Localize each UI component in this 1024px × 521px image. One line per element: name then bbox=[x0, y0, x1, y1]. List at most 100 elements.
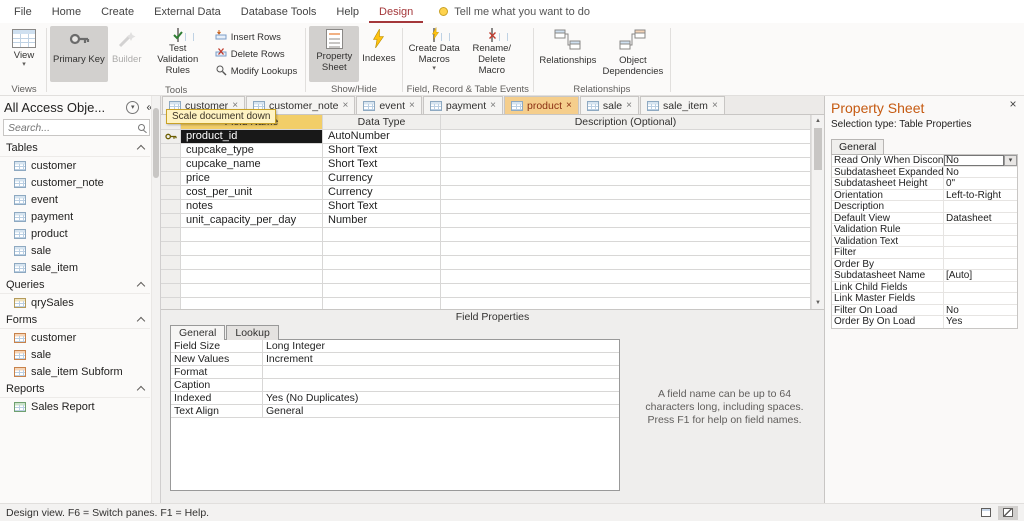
tab-lookup[interactable]: Lookup bbox=[226, 325, 279, 340]
description-cell[interactable] bbox=[441, 228, 811, 242]
ps-value[interactable]: Datasheet bbox=[944, 213, 1017, 223]
nav-item-form-sale[interactable]: sale bbox=[0, 346, 150, 363]
empty-field-row[interactable] bbox=[161, 270, 811, 284]
data-type-cell[interactable] bbox=[323, 298, 441, 309]
data-type-cell[interactable]: Short Text bbox=[323, 158, 441, 172]
create-data-macros-button[interactable]: Create Data Macros bbox=[406, 26, 463, 82]
data-type-cell[interactable]: Currency bbox=[323, 186, 441, 200]
field-row-cost-per-unit[interactable]: cost_per_unit Currency bbox=[161, 186, 811, 200]
modify-lookups-button[interactable]: Modify Lookups bbox=[212, 64, 301, 79]
nav-item-table-customer[interactable]: customer bbox=[0, 157, 150, 174]
ps-value[interactable] bbox=[944, 293, 1017, 304]
description-cell[interactable] bbox=[441, 270, 811, 284]
ps-row-orientation[interactable]: Orientation Left-to-Right bbox=[832, 189, 1017, 201]
doc-tab-product[interactable]: product bbox=[504, 96, 579, 114]
nav-item-table-payment[interactable]: payment bbox=[0, 208, 150, 225]
property-row-text-align[interactable]: Text Align General bbox=[171, 405, 619, 418]
row-selector[interactable] bbox=[161, 298, 181, 309]
menu-external-data[interactable]: External Data bbox=[144, 0, 231, 23]
empty-field-row[interactable] bbox=[161, 284, 811, 298]
property-row-indexed[interactable]: Indexed Yes (No Duplicates) bbox=[171, 392, 619, 405]
ps-value[interactable] bbox=[944, 236, 1017, 247]
property-row-caption[interactable]: Caption bbox=[171, 379, 619, 392]
description-cell[interactable] bbox=[441, 298, 811, 309]
nav-scrollbar-thumb[interactable] bbox=[153, 108, 159, 178]
tell-me-box[interactable]: Tell me what you want to do bbox=[439, 6, 590, 18]
empty-field-row[interactable] bbox=[161, 256, 811, 270]
doc-tab-event[interactable]: event bbox=[356, 96, 422, 114]
field-name-cell[interactable]: unit_capacity_per_day bbox=[181, 214, 323, 228]
row-selector[interactable] bbox=[161, 256, 181, 270]
row-selector-primary-key[interactable] bbox=[161, 130, 181, 144]
ps-row-description[interactable]: Description bbox=[832, 201, 1017, 213]
row-selector[interactable] bbox=[161, 214, 181, 228]
property-value[interactable] bbox=[263, 379, 619, 392]
data-type-cell[interactable]: AutoNumber bbox=[323, 130, 441, 144]
description-cell[interactable] bbox=[441, 214, 811, 228]
insert-rows-button[interactable]: Insert Rows bbox=[212, 30, 301, 45]
row-selector[interactable] bbox=[161, 228, 181, 242]
description-cell[interactable] bbox=[441, 172, 811, 186]
ps-row-subdatasheet-height[interactable]: Subdatasheet Height 0" bbox=[832, 178, 1017, 190]
close-icon[interactable] bbox=[1005, 97, 1021, 111]
description-cell[interactable] bbox=[441, 256, 811, 270]
field-row-unit-capacity-per-day[interactable]: unit_capacity_per_day Number bbox=[161, 214, 811, 228]
tab-general[interactable]: General bbox=[170, 325, 226, 340]
menu-design[interactable]: Design bbox=[369, 0, 423, 23]
ps-value[interactable] bbox=[944, 247, 1017, 258]
design-view-button[interactable] bbox=[998, 505, 1018, 520]
relationships-button[interactable]: Relationships bbox=[537, 26, 599, 82]
ps-row-link-child-fields[interactable]: Link Child Fields bbox=[832, 281, 1017, 293]
field-row-notes[interactable]: notes Short Text bbox=[161, 200, 811, 214]
ps-value[interactable]: 0" bbox=[944, 178, 1017, 188]
property-row-field-size[interactable]: Field Size Long Integer bbox=[171, 340, 619, 353]
data-type-cell[interactable]: Short Text bbox=[323, 200, 441, 214]
ps-value[interactable] bbox=[944, 282, 1017, 293]
description-cell[interactable] bbox=[441, 158, 811, 172]
data-type-cell[interactable]: Currency bbox=[323, 172, 441, 186]
nav-item-query-qrysales[interactable]: qrySales bbox=[0, 294, 150, 311]
field-name-cell[interactable] bbox=[181, 228, 323, 242]
builder-button[interactable]: Builder bbox=[108, 26, 146, 82]
data-type-cell[interactable] bbox=[323, 242, 441, 256]
nav-search-box[interactable] bbox=[3, 119, 150, 136]
ps-value[interactable] bbox=[944, 201, 1017, 212]
data-type-cell[interactable]: Short Text bbox=[323, 144, 441, 158]
nav-item-table-sale-item[interactable]: sale_item bbox=[0, 259, 150, 276]
property-value[interactable]: General bbox=[263, 405, 619, 418]
description-header[interactable]: Description (Optional) bbox=[441, 115, 811, 130]
menu-help[interactable]: Help bbox=[326, 0, 369, 23]
dropdown-arrow-icon[interactable] bbox=[1004, 155, 1017, 166]
close-tab-icon[interactable] bbox=[409, 101, 415, 111]
field-name-cell[interactable]: price bbox=[181, 172, 323, 186]
rename-delete-macro-button[interactable]: Rename/ Delete Macro bbox=[463, 26, 521, 82]
grid-vertical-scrollbar[interactable] bbox=[811, 115, 824, 309]
field-row-cupcake-name[interactable]: cupcake_name Short Text bbox=[161, 158, 811, 172]
field-name-cell[interactable] bbox=[181, 298, 323, 309]
description-cell[interactable] bbox=[441, 186, 811, 200]
property-value[interactable]: Yes (No Duplicates) bbox=[263, 392, 619, 405]
data-type-cell[interactable] bbox=[323, 284, 441, 298]
row-selector[interactable] bbox=[161, 242, 181, 256]
ps-row-validation-text[interactable]: Validation Text bbox=[832, 235, 1017, 247]
nav-item-table-customer-note[interactable]: customer_note bbox=[0, 174, 150, 191]
scroll-up-arrow-icon[interactable] bbox=[812, 115, 824, 127]
field-row-price[interactable]: price Currency bbox=[161, 172, 811, 186]
field-name-cell[interactable]: product_id bbox=[181, 130, 323, 144]
close-tab-icon[interactable] bbox=[712, 101, 718, 111]
menu-create[interactable]: Create bbox=[91, 0, 144, 23]
ps-row-default-view[interactable]: Default View Datasheet bbox=[832, 212, 1017, 224]
data-type-cell[interactable] bbox=[323, 256, 441, 270]
ps-value[interactable] bbox=[944, 224, 1017, 235]
doc-tab-sale-item[interactable]: sale_item bbox=[639, 96, 725, 114]
data-type-cell[interactable]: Number bbox=[323, 214, 441, 228]
ps-row-order-by[interactable]: Order By bbox=[832, 258, 1017, 270]
description-cell[interactable] bbox=[441, 242, 811, 256]
close-tab-icon[interactable] bbox=[343, 101, 349, 111]
ps-row-link-master-fields[interactable]: Link Master Fields bbox=[832, 293, 1017, 305]
field-name-cell[interactable]: cost_per_unit bbox=[181, 186, 323, 200]
nav-item-table-event[interactable]: event bbox=[0, 191, 150, 208]
description-cell[interactable] bbox=[441, 284, 811, 298]
row-selector[interactable] bbox=[161, 200, 181, 214]
nav-item-form-customer[interactable]: customer bbox=[0, 329, 150, 346]
